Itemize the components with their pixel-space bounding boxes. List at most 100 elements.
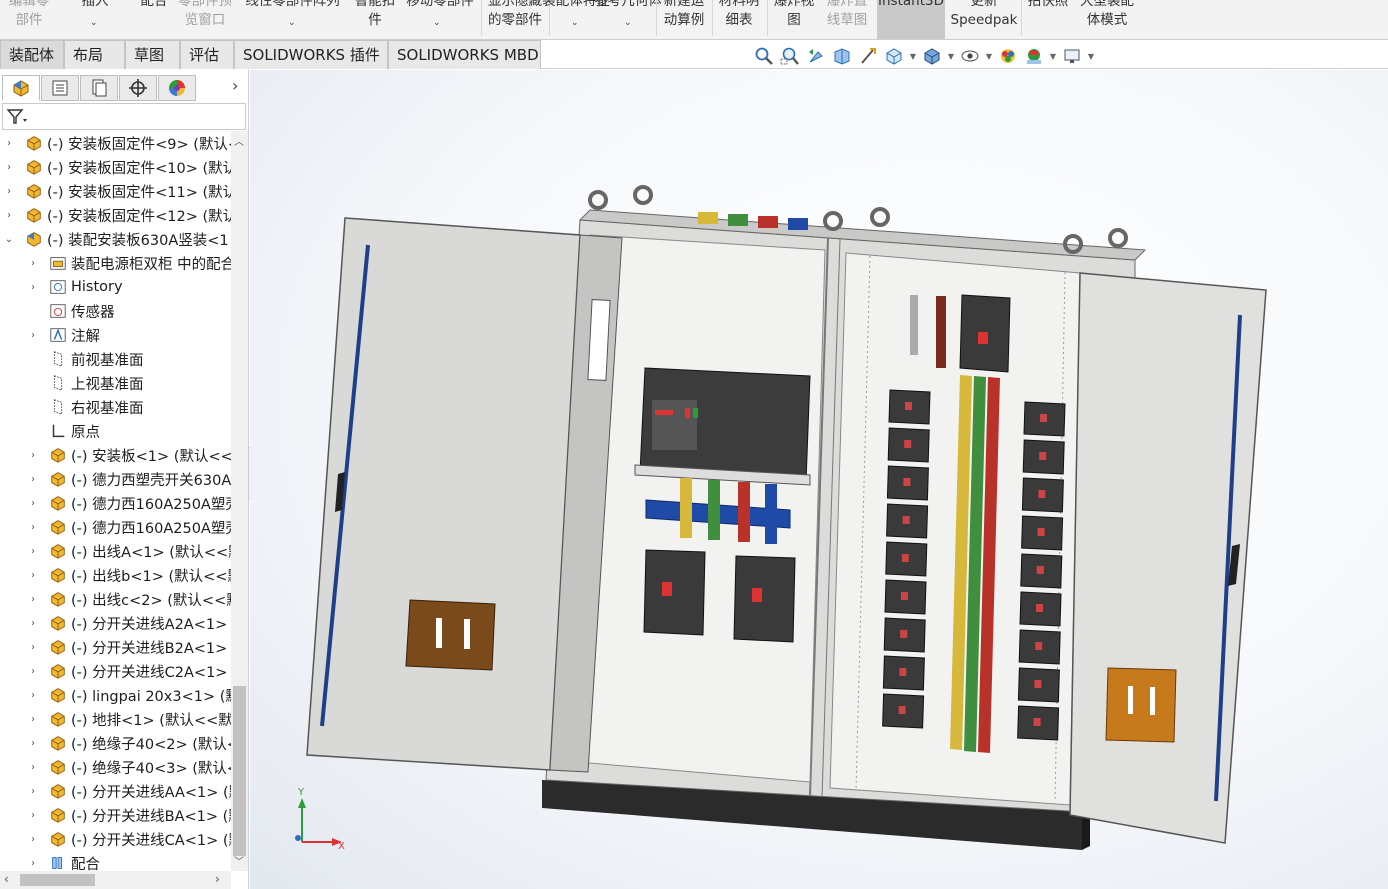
scrollbar-thumb[interactable] [20, 874, 95, 886]
expand-toggle-icon[interactable]: › [4, 186, 14, 197]
collapse-toggle-icon[interactable]: ⌄ [4, 234, 14, 245]
view-settings-icon[interactable] [1060, 45, 1084, 67]
expand-toggle-icon[interactable]: › [28, 282, 38, 293]
mate-button[interactable]: 配合 [134, 0, 174, 39]
tab-feature-manager[interactable] [2, 75, 40, 101]
tree-item[interactable]: › 装配电源柜双柜 中的配合 [0, 251, 231, 275]
tree-item[interactable]: 右视基准面 [0, 395, 231, 419]
tab-layout[interactable]: 布局 [64, 40, 125, 69]
expand-toggle-icon[interactable]: › [28, 594, 38, 605]
left-door[interactable] [306, 217, 623, 773]
chevron-right-icon[interactable]: › [232, 76, 238, 95]
tab-sketch[interactable]: 草图 [125, 40, 180, 69]
tab-dimxpert-manager[interactable] [119, 75, 157, 101]
chevron-down-icon[interactable]: ▼ [984, 52, 994, 61]
tree-item[interactable]: › (-) lingpai 20x3<1> (默认 [0, 683, 231, 707]
component-preview-window-button[interactable]: 零部件预 览窗口 [175, 0, 235, 39]
tree-item[interactable]: › (-) 安装板固定件<11> (默认<< [0, 179, 231, 203]
tree-horizontal-scrollbar[interactable]: ‹ › [0, 871, 231, 889]
expand-toggle-icon[interactable]: › [4, 138, 14, 149]
expand-toggle-icon[interactable]: › [28, 690, 38, 701]
tree-item[interactable]: › (-) 分开关进线A2A<1> (默 [0, 611, 231, 635]
exploded-view-button[interactable]: 爆炸视图 [769, 0, 819, 39]
tree-item[interactable]: › (-) 出线b<1> (默认<<默认 [0, 563, 231, 587]
tab-solidworks-mbd[interactable]: SOLIDWORKS MBD [388, 40, 541, 69]
hide-show-items-icon[interactable] [958, 45, 982, 67]
tree-item[interactable]: › 注解 [0, 323, 231, 347]
chevron-down-icon[interactable]: ▼ [1086, 52, 1096, 61]
view-orientation-icon[interactable] [882, 45, 906, 67]
chevron-down-icon[interactable]: ▼ [908, 52, 918, 61]
tree-item[interactable]: › (-) 分开关进线C2A<1> (默 [0, 659, 231, 683]
tree-item[interactable]: › (-) 分开关进线B2A<1> (默 [0, 635, 231, 659]
expand-toggle-icon[interactable]: › [28, 330, 38, 341]
expand-toggle-icon[interactable]: › [28, 546, 38, 557]
chevron-down-icon[interactable]: ▼ [1048, 52, 1058, 61]
tree-item[interactable]: › History [0, 275, 231, 299]
tree-item[interactable]: 原点 [0, 419, 231, 443]
tree-item[interactable]: 前视基准面 [0, 347, 231, 371]
expand-toggle-icon[interactable]: › [28, 666, 38, 677]
previous-view-icon[interactable] [804, 45, 828, 67]
update-speedpak-button[interactable]: 更新 Speedpak [950, 0, 1018, 39]
chevron-down-icon[interactable]: ⌄ [433, 18, 441, 28]
tree-filter[interactable] [2, 103, 246, 130]
expand-toggle-icon[interactable]: › [28, 258, 38, 269]
tab-display-manager[interactable] [158, 75, 196, 101]
chevron-right-icon[interactable]: › [215, 872, 220, 886]
tree-item[interactable]: › (-) 安装板固定件<10> (默认<< [0, 155, 231, 179]
tree-item[interactable]: › (-) 地排<1> (默认<<默认> [0, 707, 231, 731]
section-view-icon[interactable] [830, 45, 854, 67]
take-snapshot-button[interactable]: 拍快照 [1024, 0, 1072, 39]
expand-toggle-icon[interactable]: › [28, 762, 38, 773]
graphics-area[interactable]: Y X [250, 70, 1388, 889]
instant3d-button[interactable]: Instant3D [877, 0, 945, 39]
chevron-down-icon[interactable]: ⌄ [90, 18, 98, 28]
main-breaker-630a[interactable] [634, 367, 811, 486]
tree-item[interactable]: › (-) 安装板固定件<9> (默认<<默 [0, 131, 231, 155]
expand-toggle-icon[interactable]: › [4, 162, 14, 173]
expand-toggle-icon[interactable]: › [28, 834, 38, 845]
tab-configuration-manager[interactable] [80, 75, 118, 101]
tree-item[interactable]: › (-) 分开关进线BA<1> (默认 [0, 803, 231, 827]
expand-toggle-icon[interactable]: › [28, 618, 38, 629]
tab-evaluate[interactable]: 评估 [180, 40, 234, 69]
expand-toggle-icon[interactable]: › [28, 738, 38, 749]
tab-property-manager[interactable] [41, 75, 79, 101]
tree-item[interactable]: ⌄ (-) 装配安装板630A竖装<1 [0, 227, 231, 251]
expand-toggle-icon[interactable]: › [4, 210, 14, 221]
expand-toggle-icon[interactable]: › [28, 474, 38, 485]
expand-toggle-icon[interactable]: › [28, 450, 38, 461]
tree-item[interactable]: › (-) 出线A<1> (默认<<默认 [0, 539, 231, 563]
bill-of-materials-button[interactable]: 材料明 细表 [714, 0, 764, 39]
chevron-down-icon[interactable]: ⌄ [288, 18, 296, 28]
tree-item[interactable]: › (-) 绝缘子40<2> (默认<<默 [0, 731, 231, 755]
expand-toggle-icon[interactable]: › [28, 858, 38, 869]
tree-item[interactable]: › (-) 绝缘子40<3> (默认<<默 [0, 755, 231, 779]
show-hidden-components-button[interactable]: 显示隐藏 的零部件 [484, 0, 546, 39]
chevron-left-icon[interactable]: ‹ [4, 872, 9, 886]
tree-item[interactable]: › 配合 [0, 851, 231, 872]
explode-line-sketch-button[interactable]: 爆炸直 线草图 [822, 0, 872, 39]
tab-solidworks-addins[interactable]: SOLIDWORKS 插件 [234, 40, 388, 69]
large-assembly-mode-button[interactable]: 大型装配 体模式 [1076, 0, 1138, 39]
tree-item[interactable]: 传感器 [0, 299, 231, 323]
chevron-up-icon[interactable]: ︿ [234, 133, 244, 148]
zoom-to-area-icon[interactable] [778, 45, 802, 67]
expand-toggle-icon[interactable]: › [28, 522, 38, 533]
scrollbar-thumb[interactable] [233, 686, 246, 856]
tree-item[interactable]: › (-) 德力西160A250A塑壳 [0, 491, 231, 515]
chevron-down-icon[interactable]: ﹀ [234, 853, 244, 868]
expand-toggle-icon[interactable]: › [28, 810, 38, 821]
expand-toggle-icon[interactable]: › [28, 570, 38, 581]
chevron-down-icon[interactable]: ▼ [946, 52, 956, 61]
tree-item[interactable]: › (-) 安装板<1> (默认<<默认 [0, 443, 231, 467]
new-motion-study-button[interactable]: 新建运 动算例 [659, 0, 709, 39]
tree-item[interactable]: › (-) 德力西160A250A塑壳 [0, 515, 231, 539]
edit-appearance-icon[interactable] [996, 45, 1020, 67]
expand-toggle-icon[interactable]: › [28, 786, 38, 797]
right-door[interactable] [1069, 272, 1267, 844]
smart-fasteners-button[interactable]: 智能扣件 [350, 0, 400, 39]
tree-item[interactable]: › (-) 分开关进线CA<1> (默认 [0, 827, 231, 851]
display-style-icon[interactable] [920, 45, 944, 67]
